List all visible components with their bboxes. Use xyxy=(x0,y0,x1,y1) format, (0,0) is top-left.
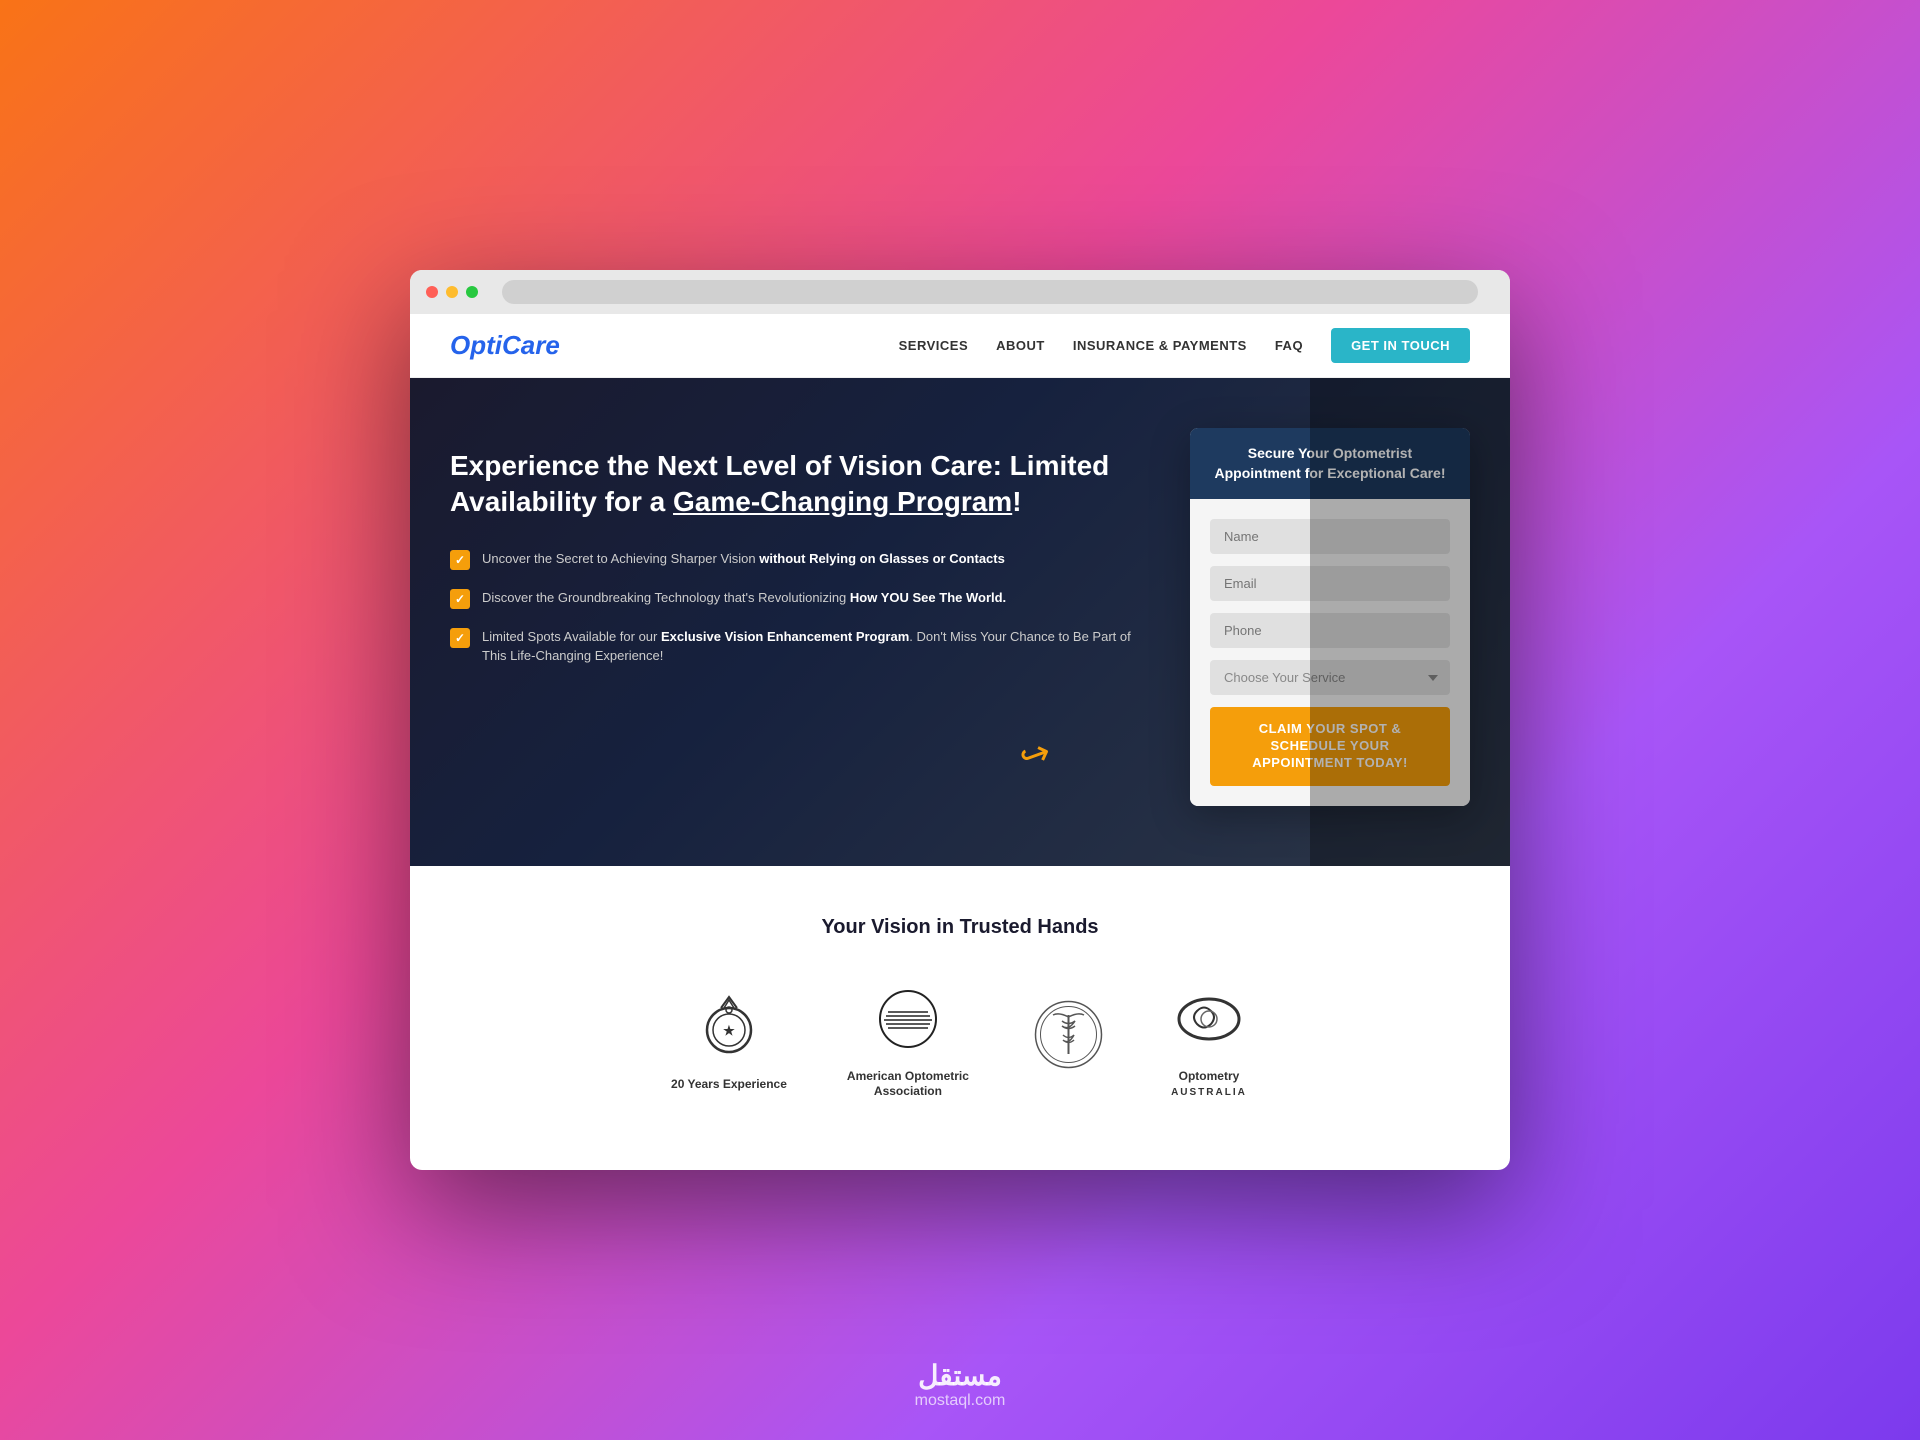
trust-item-seal xyxy=(1029,994,1109,1084)
traffic-light-yellow[interactable] xyxy=(446,286,458,298)
traffic-light-red[interactable] xyxy=(426,286,438,298)
form-card-body: Choose Your Service Eye Exam Contact Len… xyxy=(1190,499,1470,806)
optometry-au-icon xyxy=(1169,979,1249,1059)
bullet-text-2: Discover the Groundbreaking Technology t… xyxy=(482,588,1006,608)
hero-headline: Experience the Next Level of Vision Care… xyxy=(450,448,1150,521)
medal-icon: ★ xyxy=(689,987,769,1067)
form-card-header: Secure Your Optometrist Appointment for … xyxy=(1190,428,1470,499)
get-in-touch-button[interactable]: GET IN TOUCH xyxy=(1331,328,1470,363)
bullet-text-1: Uncover the Secret to Achieving Sharper … xyxy=(482,549,1005,569)
hero-bullet-3: Limited Spots Available for our Exclusiv… xyxy=(450,627,1150,666)
claim-spot-button[interactable]: CLAIM YOUR SPOT & SCHEDULE YOUR APPOINTM… xyxy=(1210,707,1450,786)
checkbox-icon-3 xyxy=(450,628,470,648)
trust-label-aoa: American OptometricAssociation xyxy=(847,1069,969,1100)
trust-item-experience: ★ 20 Years Experience xyxy=(671,987,787,1093)
hero-bullets: Uncover the Secret to Achieving Sharper … xyxy=(450,549,1150,666)
nav-insurance[interactable]: INSURANCE & PAYMENTS xyxy=(1073,338,1247,353)
trust-item-optometry-au: OptometryAUSTRALIA xyxy=(1169,979,1249,1100)
svg-text:★: ★ xyxy=(723,1023,735,1038)
url-bar xyxy=(502,280,1478,304)
trust-label-experience: 20 Years Experience xyxy=(671,1077,787,1093)
hero-bullet-1: Uncover the Secret to Achieving Sharper … xyxy=(450,549,1150,570)
browser-chrome xyxy=(410,270,1510,314)
site-content: OptiCare SERVICES ABOUT INSURANCE & PAYM… xyxy=(410,314,1510,1150)
trust-section: Your Vision in Trusted Hands ★ xyxy=(410,866,1510,1150)
trust-item-aoa: American OptometricAssociation xyxy=(847,979,969,1100)
watermark-area: مستقل mostaql.com xyxy=(915,1359,1006,1410)
logo-care: Care xyxy=(502,330,560,360)
logo-opti: Opti xyxy=(450,330,502,360)
trust-title: Your Vision in Trusted Hands xyxy=(450,916,1470,939)
trust-label-optometry-au: OptometryAUSTRALIA xyxy=(1171,1069,1247,1100)
browser-window: OptiCare SERVICES ABOUT INSURANCE & PAYM… xyxy=(410,270,1510,1170)
nav-about[interactable]: ABOUT xyxy=(996,338,1045,353)
hero-section: Experience the Next Level of Vision Care… xyxy=(410,378,1510,866)
bullet-text-3: Limited Spots Available for our Exclusiv… xyxy=(482,627,1150,666)
form-card-title: Secure Your Optometrist Appointment for … xyxy=(1210,444,1450,483)
watermark-sub: mostaql.com xyxy=(915,1392,1006,1410)
nav-faq[interactable]: FAQ xyxy=(1275,338,1303,353)
trust-logos: ★ 20 Years Experience xyxy=(450,979,1470,1100)
watermark-text: مستقل xyxy=(915,1359,1006,1392)
logo[interactable]: OptiCare xyxy=(450,330,560,361)
checkbox-icon-1 xyxy=(450,550,470,570)
navbar: OptiCare SERVICES ABOUT INSURANCE & PAYM… xyxy=(410,314,1510,378)
checkbox-icon-2 xyxy=(450,589,470,609)
nav-services[interactable]: SERVICES xyxy=(899,338,969,353)
service-select[interactable]: Choose Your Service Eye Exam Contact Len… xyxy=(1210,660,1450,695)
hero-bullet-2: Discover the Groundbreaking Technology t… xyxy=(450,588,1150,609)
nav-links: SERVICES ABOUT INSURANCE & PAYMENTS FAQ … xyxy=(899,328,1470,363)
traffic-light-green[interactable] xyxy=(466,286,478,298)
aoa-icon xyxy=(868,979,948,1059)
appointment-form-card: Secure Your Optometrist Appointment for … xyxy=(1190,428,1470,806)
name-input[interactable] xyxy=(1210,519,1450,554)
email-input[interactable] xyxy=(1210,566,1450,601)
seal-icon xyxy=(1029,994,1109,1074)
phone-input[interactable] xyxy=(1210,613,1450,648)
